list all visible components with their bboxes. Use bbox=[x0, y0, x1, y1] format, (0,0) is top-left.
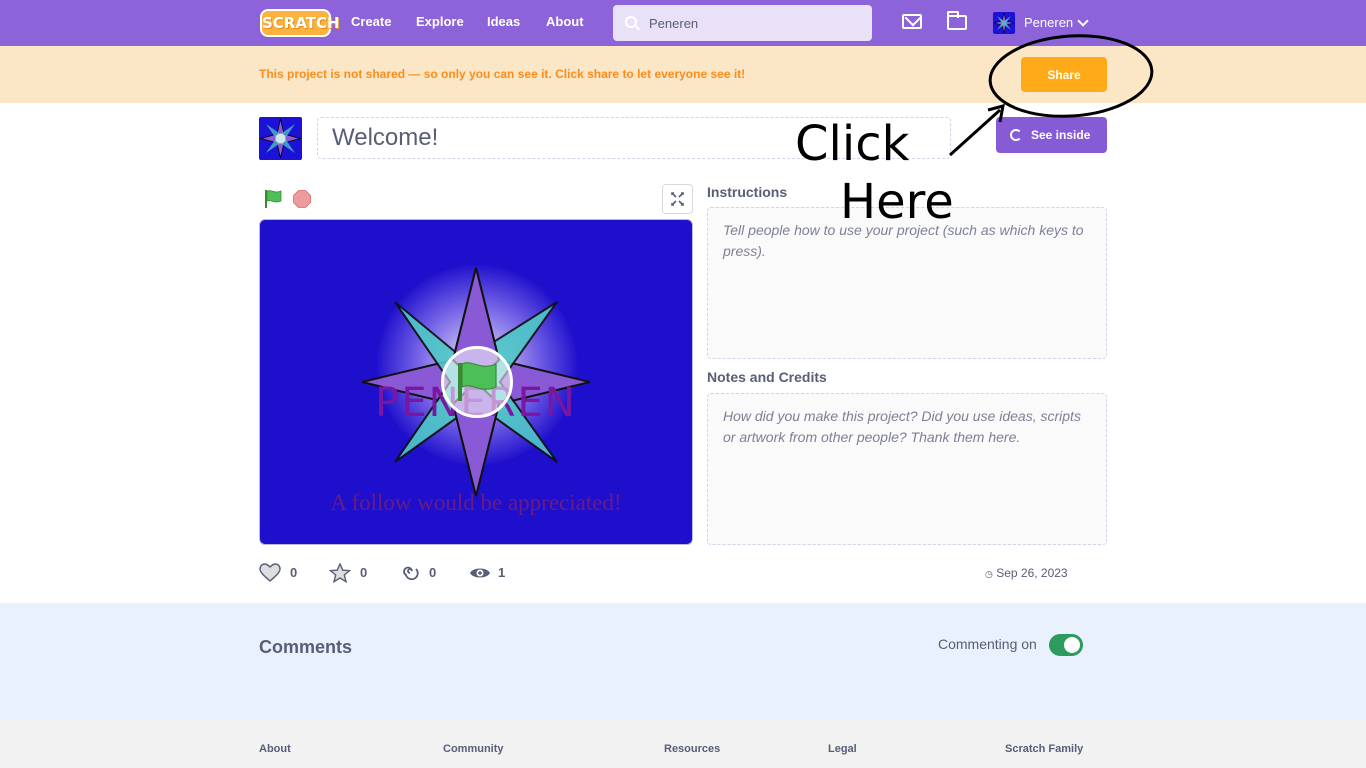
green-flag-icon[interactable] bbox=[264, 189, 282, 209]
star-icon bbox=[329, 563, 351, 583]
nav-about[interactable]: About bbox=[546, 0, 584, 46]
chevron-down-icon[interactable] bbox=[1077, 15, 1089, 27]
nav-create[interactable]: Create bbox=[351, 0, 391, 46]
nav-explore[interactable]: Explore bbox=[416, 0, 464, 46]
footer-legal[interactable]: Legal bbox=[828, 743, 857, 755]
commenting-label: Commenting on bbox=[938, 636, 1037, 652]
project-date: ◷ Sep 26, 2023 bbox=[985, 566, 1068, 580]
comments-title: Comments bbox=[259, 637, 353, 657]
instructions-label: Instructions bbox=[707, 184, 788, 200]
messages-icon[interactable] bbox=[902, 14, 922, 29]
star-icon bbox=[993, 12, 1015, 34]
eye-icon bbox=[470, 568, 490, 578]
heart-icon bbox=[259, 563, 281, 582]
fullscreen-icon bbox=[671, 192, 684, 206]
notes-label: Notes and Credits bbox=[707, 369, 827, 385]
love-count: 0 bbox=[290, 565, 298, 580]
toggle-knob bbox=[1064, 637, 1080, 653]
views-count: 1 bbox=[498, 565, 506, 580]
remix-icon bbox=[1010, 129, 1022, 141]
search-input[interactable] bbox=[649, 5, 864, 41]
footer-resources[interactable]: Resources bbox=[664, 743, 720, 755]
project-author-avatar[interactable] bbox=[259, 117, 302, 160]
clock-icon: ◷ bbox=[985, 569, 993, 579]
notes-field[interactable]: How did you make this project? Did you u… bbox=[707, 393, 1107, 545]
not-shared-banner: This project is not shared — so only you… bbox=[0, 46, 1366, 103]
green-flag-icon bbox=[458, 362, 497, 401]
share-button[interactable]: Share bbox=[1021, 57, 1107, 92]
avatar[interactable] bbox=[993, 12, 1015, 34]
star-icon bbox=[259, 118, 302, 159]
footer: About Community Resources Legal Scratch … bbox=[0, 720, 1366, 768]
nav-ideas[interactable]: Ideas bbox=[487, 0, 520, 46]
see-inside-button[interactable]: See inside bbox=[996, 117, 1107, 153]
footer-about[interactable]: About bbox=[259, 743, 291, 755]
stage-caption: A follow would be appreciated! bbox=[330, 490, 622, 515]
commenting-toggle[interactable] bbox=[1049, 634, 1083, 656]
favorite-count: 0 bbox=[360, 565, 368, 580]
stop-icon[interactable] bbox=[293, 190, 311, 208]
footer-community[interactable]: Community bbox=[443, 743, 504, 755]
instructions-field[interactable]: Tell people how to use your project (suc… bbox=[707, 207, 1107, 359]
remix-icon bbox=[403, 566, 419, 581]
see-inside-label: See inside bbox=[1031, 128, 1091, 142]
play-button[interactable] bbox=[441, 346, 513, 418]
project-date-text: Sep 26, 2023 bbox=[996, 566, 1068, 580]
nav-username[interactable]: Peneren bbox=[1024, 0, 1073, 46]
comments-section: Comments Commenting on bbox=[0, 603, 1366, 720]
project-stage[interactable]: PENEREN A follow would be appreciated! bbox=[259, 219, 693, 545]
fullscreen-button[interactable] bbox=[662, 184, 693, 214]
search-box bbox=[613, 5, 872, 41]
my-stuff-icon[interactable] bbox=[947, 11, 967, 30]
banner-message: This project is not shared — so only you… bbox=[259, 67, 746, 81]
scratch-logo[interactable]: SCRATCH bbox=[260, 9, 340, 37]
footer-scratch-family[interactable]: Scratch Family bbox=[1005, 743, 1083, 755]
project-title-input[interactable]: Welcome! bbox=[317, 117, 951, 159]
top-nav: SCRATCH Create Explore Ideas About Pener… bbox=[0, 0, 1366, 46]
remix-count: 0 bbox=[429, 565, 437, 580]
search-icon bbox=[625, 16, 637, 28]
